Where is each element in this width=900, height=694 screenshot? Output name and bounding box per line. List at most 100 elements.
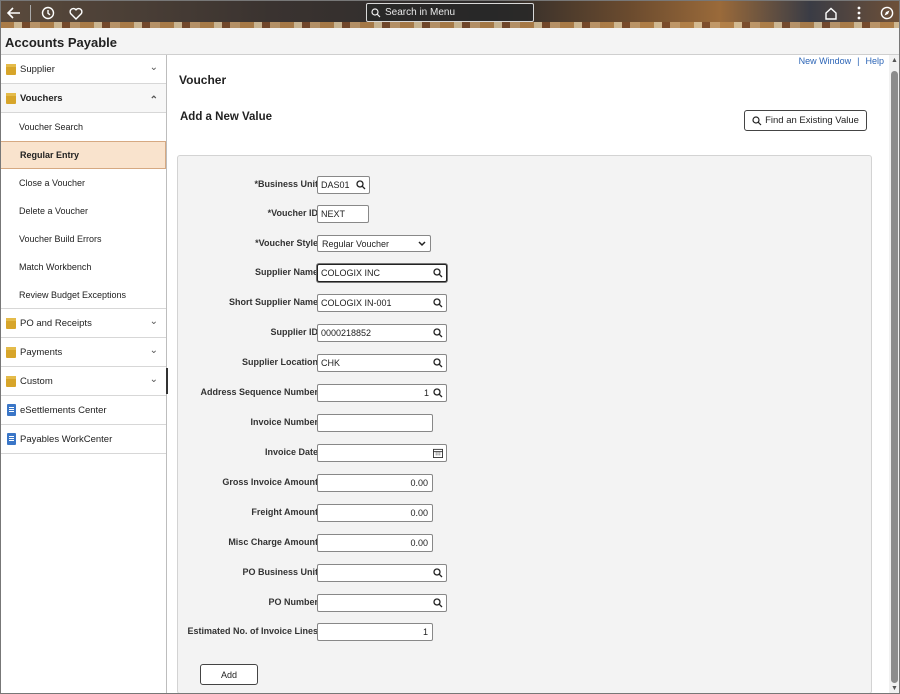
chevron-up-icon: ⌃ (149, 95, 158, 106)
gross-invoice-amount-value: 0.00 (410, 478, 428, 488)
po-business-unit-row: PO Business Unit (178, 564, 868, 582)
supplier-id-field[interactable]: 0000218852 (317, 324, 447, 342)
search-placeholder: Search in Menu (385, 7, 456, 18)
supplier-name-value: COLOGIX INC (321, 268, 381, 278)
lookup-search-icon[interactable] (433, 298, 443, 308)
misc-charge-amount-label: Misc Charge Amount (228, 537, 318, 547)
search-input[interactable]: Search in Menu (366, 3, 534, 22)
supplier-name-label: Supplier Name (254, 267, 318, 277)
calendar-icon[interactable] (433, 448, 443, 458)
lookup-search-icon[interactable] (433, 598, 443, 608)
supplier-location-label: Supplier Location (241, 357, 318, 367)
sidebar: Supplier ⌄ Vouchers ⌃ Voucher Search Reg… (0, 55, 167, 694)
help-link[interactable]: Help (865, 56, 884, 66)
voucher-style-value: Regular Voucher (322, 238, 390, 249)
voucher-style-select[interactable]: Regular Voucher (317, 235, 431, 252)
sidebar-item-label: Payables WorkCenter (20, 433, 113, 445)
sidebar-subitem-match-workbench[interactable]: Match Workbench (0, 253, 166, 281)
supplier-name-field[interactable]: COLOGIX INC (317, 264, 447, 282)
sidebar-item-esettlements-center[interactable]: eSettlements Center (0, 396, 166, 425)
app-title: Accounts Payable (5, 35, 117, 50)
new-window-link[interactable]: New Window (799, 56, 852, 66)
business-unit-row: *Business Unit DAS01 (178, 176, 868, 194)
po-number-row: PO Number (178, 594, 868, 612)
scrollbar-thumb[interactable] (891, 71, 898, 683)
back-arrow-icon[interactable] (4, 3, 24, 23)
lookup-search-icon[interactable] (356, 180, 366, 190)
top-banner: Search in Menu (0, 0, 900, 28)
folder-icon (6, 93, 16, 104)
supplier-location-row: Supplier Location CHK (178, 354, 868, 372)
freight-amount-row: Freight Amount 0.00 (178, 504, 868, 522)
vertical-scrollbar[interactable]: ▲ ▼ (889, 55, 900, 694)
misc-charge-amount-row: Misc Charge Amount 0.00 (178, 534, 868, 552)
voucher-id-value: NEXT (321, 209, 346, 219)
page-title: Voucher (179, 73, 227, 87)
misc-charge-amount-field[interactable]: 0.00 (317, 534, 433, 552)
freight-amount-label: Freight Amount (251, 507, 318, 517)
sidebar-item-payments[interactable]: Payments ⌄ (0, 338, 166, 367)
sidebar-item-vouchers[interactable]: Vouchers ⌃ (0, 84, 166, 113)
sidebar-subitem-review-budget-exceptions[interactable]: Review Budget Exceptions (0, 281, 166, 309)
favorites-heart-icon[interactable] (66, 3, 86, 23)
lookup-search-icon[interactable] (433, 328, 443, 338)
search-icon (752, 115, 762, 125)
invoice-number-field[interactable] (317, 414, 433, 432)
find-button-label: Find an Existing Value (765, 115, 859, 126)
folder-icon (6, 318, 16, 329)
sidebar-item-custom[interactable]: Custom ⌄ (0, 367, 166, 396)
sidebar-item-payables-workcenter[interactable]: Payables WorkCenter (0, 425, 166, 454)
supplier-location-field[interactable]: CHK (317, 354, 447, 372)
sidebar-subitem-delete-voucher[interactable]: Delete a Voucher (0, 197, 166, 225)
sidebar-item-supplier[interactable]: Supplier ⌄ (0, 55, 166, 84)
sidebar-subitem-regular-entry[interactable]: Regular Entry (0, 141, 166, 169)
home-icon[interactable] (821, 3, 841, 23)
document-icon (7, 433, 16, 445)
est-invoice-lines-row: Estimated No. of Invoice Lines 1 (178, 623, 868, 641)
sidebar-subitem-close-voucher[interactable]: Close a Voucher (0, 169, 166, 197)
voucher-id-label: *Voucher ID (267, 208, 318, 218)
gross-invoice-amount-field[interactable]: 0.00 (317, 474, 433, 492)
sidebar-item-po-and-receipts[interactable]: PO and Receipts ⌄ (0, 309, 166, 338)
add-button[interactable]: Add (200, 664, 258, 685)
lookup-search-icon[interactable] (433, 268, 443, 278)
invoice-date-label: Invoice Date (264, 447, 318, 457)
po-number-label: PO Number (268, 597, 318, 607)
voucher-id-field[interactable]: NEXT (317, 205, 369, 223)
est-invoice-lines-value: 1 (422, 627, 428, 637)
po-number-field[interactable] (317, 594, 447, 612)
dropdown-arrow-icon (418, 241, 426, 247)
address-sequence-field[interactable]: 1 (317, 384, 447, 402)
search-icon (371, 7, 381, 17)
folder-icon (6, 64, 16, 75)
chevron-down-icon: ⌄ (149, 62, 158, 73)
est-invoice-lines-field[interactable]: 1 (317, 623, 433, 641)
actions-kebab-icon[interactable] (849, 3, 869, 23)
business-unit-field[interactable]: DAS01 (317, 176, 370, 194)
address-sequence-label: Address Sequence Number (200, 387, 318, 397)
chevron-down-icon: ⌄ (149, 374, 158, 385)
sidebar-item-label: Vouchers (20, 92, 63, 104)
find-existing-value-button[interactable]: Find an Existing Value (744, 110, 867, 131)
business-unit-label: *Business Unit (254, 179, 318, 189)
sidebar-subitem-voucher-build-errors[interactable]: Voucher Build Errors (0, 225, 166, 253)
document-icon (7, 404, 16, 416)
supplier-location-value: CHK (321, 358, 341, 368)
sidebar-item-label: Payments (20, 346, 63, 358)
po-business-unit-label: PO Business Unit (242, 567, 318, 577)
navigator-compass-icon[interactable] (877, 3, 897, 23)
invoice-number-row: Invoice Number (178, 414, 868, 432)
freight-amount-field[interactable]: 0.00 (317, 504, 433, 522)
scroll-down-arrow-icon[interactable]: ▼ (891, 685, 898, 692)
sidebar-item-label: Supplier (20, 63, 55, 75)
history-icon[interactable] (38, 3, 58, 23)
gross-invoice-amount-row: Gross Invoice Amount 0.00 (178, 474, 868, 492)
short-supplier-name-field[interactable]: COLOGIX IN-001 (317, 294, 447, 312)
invoice-date-field[interactable] (317, 444, 447, 462)
lookup-search-icon[interactable] (433, 388, 443, 398)
sidebar-subitem-voucher-search[interactable]: Voucher Search (0, 113, 166, 141)
scroll-up-arrow-icon[interactable]: ▲ (891, 57, 898, 64)
lookup-search-icon[interactable] (433, 358, 443, 368)
po-business-unit-field[interactable] (317, 564, 447, 582)
lookup-search-icon[interactable] (433, 568, 443, 578)
